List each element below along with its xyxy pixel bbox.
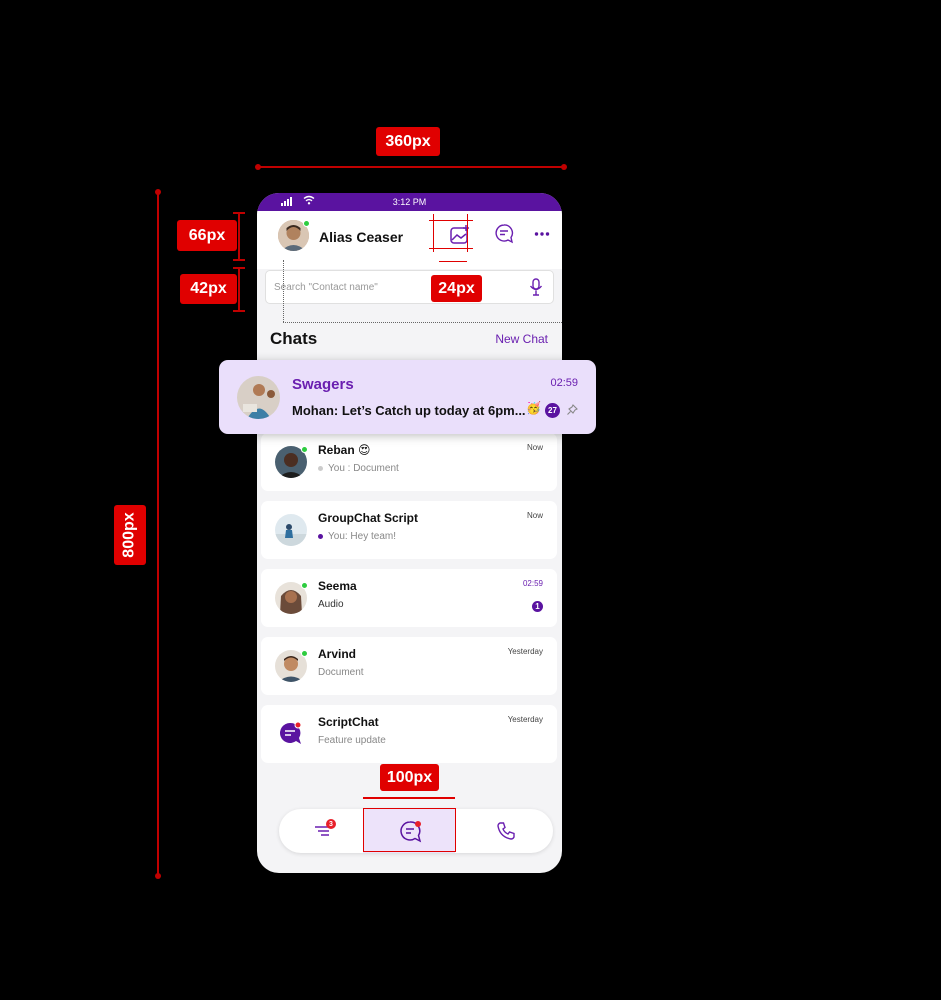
chat-name: Seema [318, 579, 357, 593]
microphone-icon[interactable] [529, 277, 543, 297]
icon-guide-h1 [429, 220, 473, 221]
chat-name: ScriptChat [318, 715, 379, 729]
dotted-guide-vertical [283, 260, 284, 322]
party-emoji: 🥳 [526, 401, 541, 415]
chat-preview-text: You: Hey team! [328, 531, 397, 542]
chat-item-seema[interactable]: Seema Audio 02:59 1 [261, 569, 557, 627]
chats-title: Chats [270, 329, 318, 348]
nav-item-width-label: 100px [380, 764, 439, 791]
chat-name: GroupChat Script [318, 511, 419, 525]
status-bullet [318, 466, 323, 471]
nav-feed-tab[interactable]: 3 [313, 819, 339, 842]
unread-badge: 1 [532, 601, 543, 612]
search-placeholder: Search "Contact name" [274, 282, 378, 293]
chat-time: Yesterday [507, 715, 543, 724]
chat-preview: Audio [318, 599, 344, 610]
height-dimension-end [155, 873, 161, 879]
dotted-guide-horizontal [283, 322, 562, 323]
header-dimension-tick-top [233, 212, 245, 214]
chat-time: Yesterday [507, 647, 543, 656]
featured-chat-name: Swagers [292, 376, 354, 393]
search-dimension-line [238, 267, 240, 312]
pin-icon[interactable] [566, 404, 578, 416]
menu-badge: 3 [326, 819, 336, 829]
chat-name: Reban 😍 [318, 443, 371, 457]
online-indicator [301, 650, 308, 657]
chat-preview: You: Hey team! [318, 531, 396, 542]
search-bar[interactable]: Search "Contact name" [265, 270, 554, 304]
user-online-indicator [303, 220, 310, 227]
search-height-label: 42px [180, 274, 237, 304]
chat-preview: Document [318, 667, 364, 678]
user-name: Alias Ceaser [319, 229, 404, 245]
new-chat-link[interactable]: New Chat [495, 332, 548, 346]
search-dimension-tick-bottom [233, 310, 245, 312]
chat-name: Arvind [318, 647, 357, 661]
featured-chat-time: 02:59 [550, 377, 578, 389]
chat-item-groupchat-script[interactable]: GroupChat Script You: Hey team! Now [261, 501, 557, 559]
chat-support-icon[interactable] [493, 223, 515, 245]
width-dimension-end [561, 164, 567, 170]
nav-calls-phone-icon[interactable] [496, 821, 516, 841]
chat-item-arvind[interactable]: Arvind Document Yesterday [261, 637, 557, 695]
chat-item-scriptchat[interactable]: ScriptChat Feature update Yesterday [261, 705, 557, 763]
nav-chats-tab-icon[interactable] [398, 819, 424, 844]
featured-chat-swagers[interactable]: Swagers 02:59 Mohan: Let’s Catch up toda… [219, 360, 596, 434]
featured-unread-badge: 27 [545, 403, 560, 418]
status-bullet [318, 534, 323, 539]
online-indicator [301, 582, 308, 589]
chat-preview: You : Document [318, 463, 399, 474]
icon-width-arrow [439, 261, 467, 262]
app-header: Alias Ceaser [257, 211, 562, 269]
bottom-navigation: 3 [279, 808, 553, 853]
nav-width-arrow [363, 797, 455, 799]
icon-size-label: 24px [431, 275, 482, 302]
status-time: 3:12 PM [392, 197, 427, 207]
height-dimension-line [157, 192, 159, 876]
group-avatar-image [237, 376, 280, 419]
search-dimension-tick-top [233, 267, 245, 269]
height-dimension-start [155, 189, 161, 195]
chat-preview-text: Feature update [318, 735, 386, 746]
group-avatar [237, 376, 280, 419]
chat-avatar [275, 514, 307, 546]
scriptchat-logo-icon [280, 721, 302, 744]
chat-preview: Feature update [318, 735, 386, 746]
chat-time: Now [526, 443, 543, 452]
width-dimension-line [258, 166, 564, 168]
chat-item-reban[interactable]: Reban 😍 You : Document Now [261, 433, 557, 491]
status-bar: 3:12 PM [257, 193, 562, 211]
more-options-icon[interactable] [534, 231, 550, 237]
header-dimension-tick-bottom [233, 259, 245, 261]
chat-preview-text: Audio [318, 599, 344, 610]
online-indicator [301, 446, 308, 453]
height-label-text: 800px [121, 512, 138, 558]
header-dimension-line [238, 212, 240, 261]
header-height-label: 66px [177, 220, 237, 251]
design-spec-canvas: 360px 800px 66px 42px 3:12 PM Alias Ceas… [0, 0, 941, 1000]
icon-guide-h2 [429, 248, 473, 249]
width-label: 360px [376, 127, 440, 156]
chat-preview-text: Document [318, 667, 364, 678]
chat-preview-text: You : Document [328, 463, 399, 474]
height-label: 800px [114, 505, 146, 565]
chat-time: Now [526, 511, 543, 520]
phone-screen: 3:12 PM Alias Ceaser Search "Contact nam… [257, 193, 562, 873]
featured-chat-message: Mohan: Let’s Catch up today at 6pm... [292, 403, 526, 418]
chat-time: 02:59 [522, 579, 543, 588]
width-dimension-start [255, 164, 261, 170]
